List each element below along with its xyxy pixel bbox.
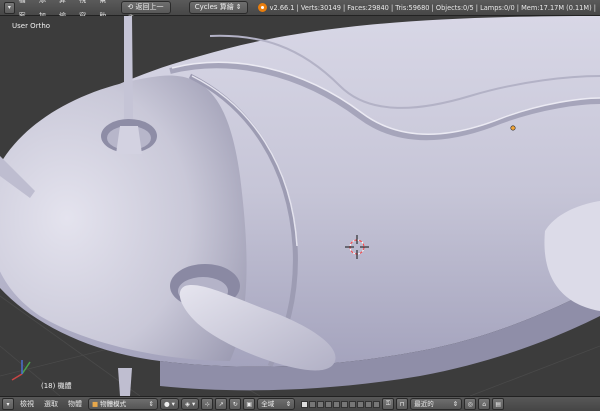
viewport-header: ▾ 檢視 選取 物體 ■ 物體模式 ⇕ ● ▾ ◈ ▾ ⊹ ↗ ↻ ▣ 全域 ⇕ ⚿… bbox=[0, 396, 600, 411]
pivot-select[interactable]: ◈ ▾ bbox=[180, 398, 200, 410]
render-engine-select[interactable]: Cycles 算繪 ⇕ bbox=[188, 1, 248, 14]
chevron-updown-icon: ⇕ bbox=[235, 3, 242, 11]
chevron-updown-icon: ⇕ bbox=[285, 400, 292, 408]
chevron-updown-icon: ⇕ bbox=[148, 400, 154, 408]
viewport-scene bbox=[0, 16, 600, 396]
object-label: (18) 機體 bbox=[41, 382, 72, 390]
info-header: ▾ 檔案 添加 算繪 視窗 幫助 ⟲ 返回上一步 Cycles 算繪 ⇕ v2.… bbox=[0, 0, 600, 22]
editor-type-icon[interactable]: ▾ bbox=[4, 1, 15, 14]
render-icon[interactable]: ⌂ bbox=[478, 398, 491, 410]
mode-select[interactable]: ■ 物體模式 ⇕ bbox=[88, 398, 158, 410]
blender-logo-icon bbox=[257, 3, 267, 12]
proportional-icon[interactable]: ◎ bbox=[464, 398, 477, 410]
lock-icon[interactable]: ⚿ bbox=[382, 398, 395, 410]
manipulator-icon[interactable]: ⊹ bbox=[201, 398, 214, 410]
scene-stats: v2.66.1 | Verts:30149 | Faces:29840 | Tr… bbox=[257, 3, 596, 12]
shading-select[interactable]: ● ▾ bbox=[160, 398, 179, 410]
scale-icon[interactable]: ▣ bbox=[243, 398, 256, 410]
pivot-icon: ◈ bbox=[184, 400, 190, 408]
menu-view[interactable]: 檢視 bbox=[16, 399, 38, 409]
orientation-label: 全域 bbox=[261, 400, 275, 408]
object-origin bbox=[510, 125, 516, 131]
shading-sphere-icon: ● bbox=[164, 400, 170, 408]
orientation-select[interactable]: 全域 ⇕ bbox=[257, 398, 296, 410]
view-label: User Ortho bbox=[12, 22, 51, 30]
render-engine-label: Cycles 算繪 bbox=[194, 3, 234, 11]
render-anim-icon[interactable]: ▤ bbox=[492, 398, 505, 410]
landing-gear bbox=[118, 368, 132, 396]
translate-icon[interactable]: ↗ bbox=[215, 398, 228, 410]
snap-label: 最近的 bbox=[414, 400, 434, 408]
3d-viewport[interactable]: User Ortho (18) 機體 bbox=[0, 16, 600, 396]
rotate-icon[interactable]: ↻ bbox=[229, 398, 242, 410]
undo-button[interactable]: ⟲ 返回上一步 bbox=[121, 1, 171, 22]
menu-object[interactable]: 物體 bbox=[64, 399, 86, 409]
stats-text: v2.66.1 | Verts:30149 | Faces:29840 | Tr… bbox=[269, 3, 596, 12]
editor-type-icon[interactable]: ▾ bbox=[2, 398, 14, 410]
cube-icon: ■ bbox=[92, 400, 99, 408]
snap-icon[interactable]: ⊓ bbox=[396, 398, 409, 410]
mode-label: 物體模式 bbox=[100, 400, 127, 408]
layers-icon[interactable] bbox=[301, 400, 381, 408]
menu-select[interactable]: 選取 bbox=[40, 399, 62, 409]
snap-target-select[interactable]: 最近的 ⇕ bbox=[410, 398, 463, 410]
chevron-updown-icon: ⇕ bbox=[452, 400, 459, 408]
